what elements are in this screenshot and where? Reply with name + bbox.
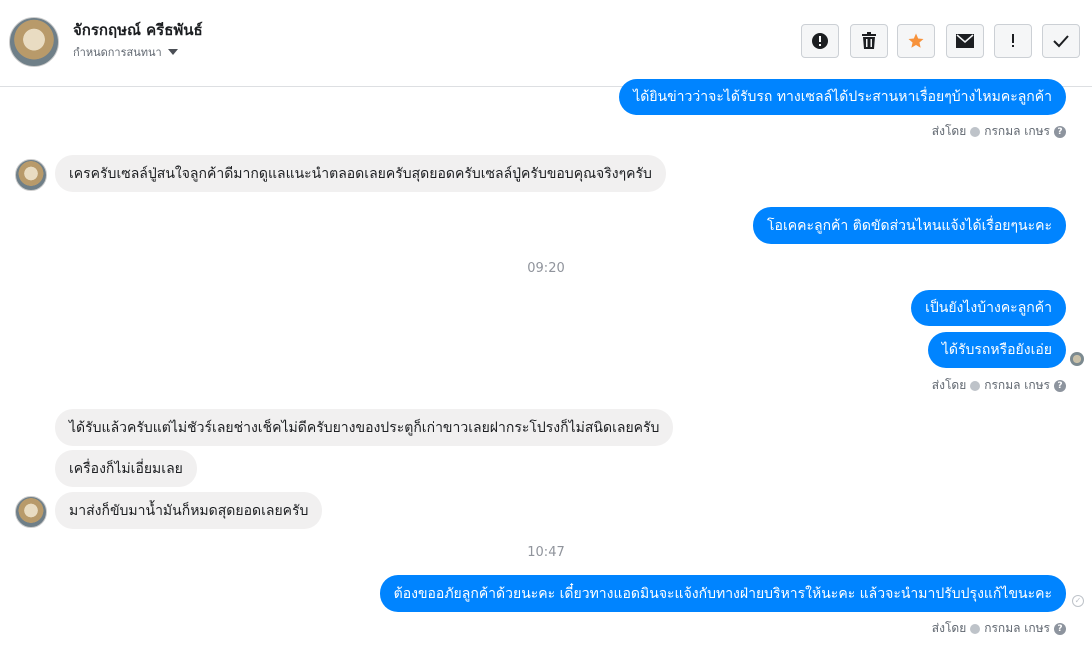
outgoing-message[interactable]: ได้รับรถหรือยังเอ่ย	[927, 332, 1066, 368]
trash-icon	[862, 32, 876, 49]
admin-icon	[970, 623, 981, 634]
message-thread[interactable]: ได้ยินข่าวว่าจะได้รับรถ ทางเซลล์ได้ประสา…	[0, 79, 1092, 651]
delivered-check-icon: ✓	[1072, 595, 1084, 607]
alert-circle-icon	[812, 33, 828, 49]
incoming-message[interactable]: ได้รับแล้วครับแต่ไม่ชัวร์เลยช่างเช็คไม่ด…	[55, 409, 674, 446]
timestamp: 09:20	[527, 261, 565, 276]
contact-avatar[interactable]	[9, 17, 59, 67]
exclamation-icon	[1012, 34, 1014, 47]
seen-avatar-icon	[1070, 352, 1084, 366]
outgoing-message[interactable]: ต้องขออภัยลูกค้าด้วยนะคะ เดี๋ยวทางแอดมิน…	[379, 575, 1066, 612]
contact-name[interactable]: จักรกฤษณ์ ครีธพันธ์	[73, 18, 203, 42]
caret-down-icon	[167, 49, 178, 55]
admin-icon	[970, 380, 981, 391]
conversation-header: จักรกฤษณ์ ครีธพันธ์ กำหนดการสนทนา	[0, 0, 1092, 87]
timestamp: 10:47	[527, 545, 565, 560]
sent-by-label: ส่งโดย กรกมล เกษร ?	[932, 122, 1066, 141]
delete-button[interactable]	[850, 24, 888, 58]
outgoing-message[interactable]: ได้ยินข่าวว่าจะได้รับรถ ทางเซลล์ได้ประสา…	[619, 79, 1066, 115]
help-icon[interactable]: ?	[1054, 379, 1066, 392]
star-button[interactable]	[897, 24, 935, 58]
report-button[interactable]	[801, 24, 839, 58]
help-icon[interactable]: ?	[1054, 622, 1066, 635]
sent-by-label: ส่งโดย กรกมล เกษร ?	[932, 376, 1066, 395]
outgoing-message[interactable]: โอเคคะลูกค้า ติดขัดส่วนไหนแจ้งได้เรื่อยๆ…	[753, 207, 1066, 244]
star-icon	[908, 33, 924, 48]
checkmark-icon	[1053, 35, 1069, 48]
incoming-message[interactable]: เครื่องก็ไม่เอี่ยมเลย	[55, 450, 197, 487]
outgoing-message[interactable]: เป็นยังไงบ้างคะลูกค้า	[911, 290, 1066, 326]
admin-icon	[970, 126, 981, 137]
sent-by-label: ส่งโดย กรกมล เกษร ?	[932, 619, 1066, 638]
spam-button[interactable]	[994, 24, 1032, 58]
incoming-message[interactable]: มาส่งก็ขับมาน้ำมันก็หมดสุดยอดเลยครับ	[55, 492, 323, 529]
mark-unread-button[interactable]	[946, 24, 984, 58]
contact-avatar-small[interactable]	[15, 159, 47, 191]
contact-avatar-small[interactable]	[15, 496, 47, 528]
mark-done-button[interactable]	[1042, 24, 1080, 58]
conversation-label-text: กำหนดการสนทนา	[73, 46, 162, 59]
conversation-label-dropdown[interactable]: กำหนดการสนทนา	[73, 43, 178, 61]
envelope-icon	[956, 34, 974, 48]
incoming-message[interactable]: เครครับเซลล์ปู่สนใจลูกค้าดีมากดูแลแนะนำต…	[55, 155, 666, 192]
help-icon[interactable]: ?	[1054, 125, 1066, 138]
